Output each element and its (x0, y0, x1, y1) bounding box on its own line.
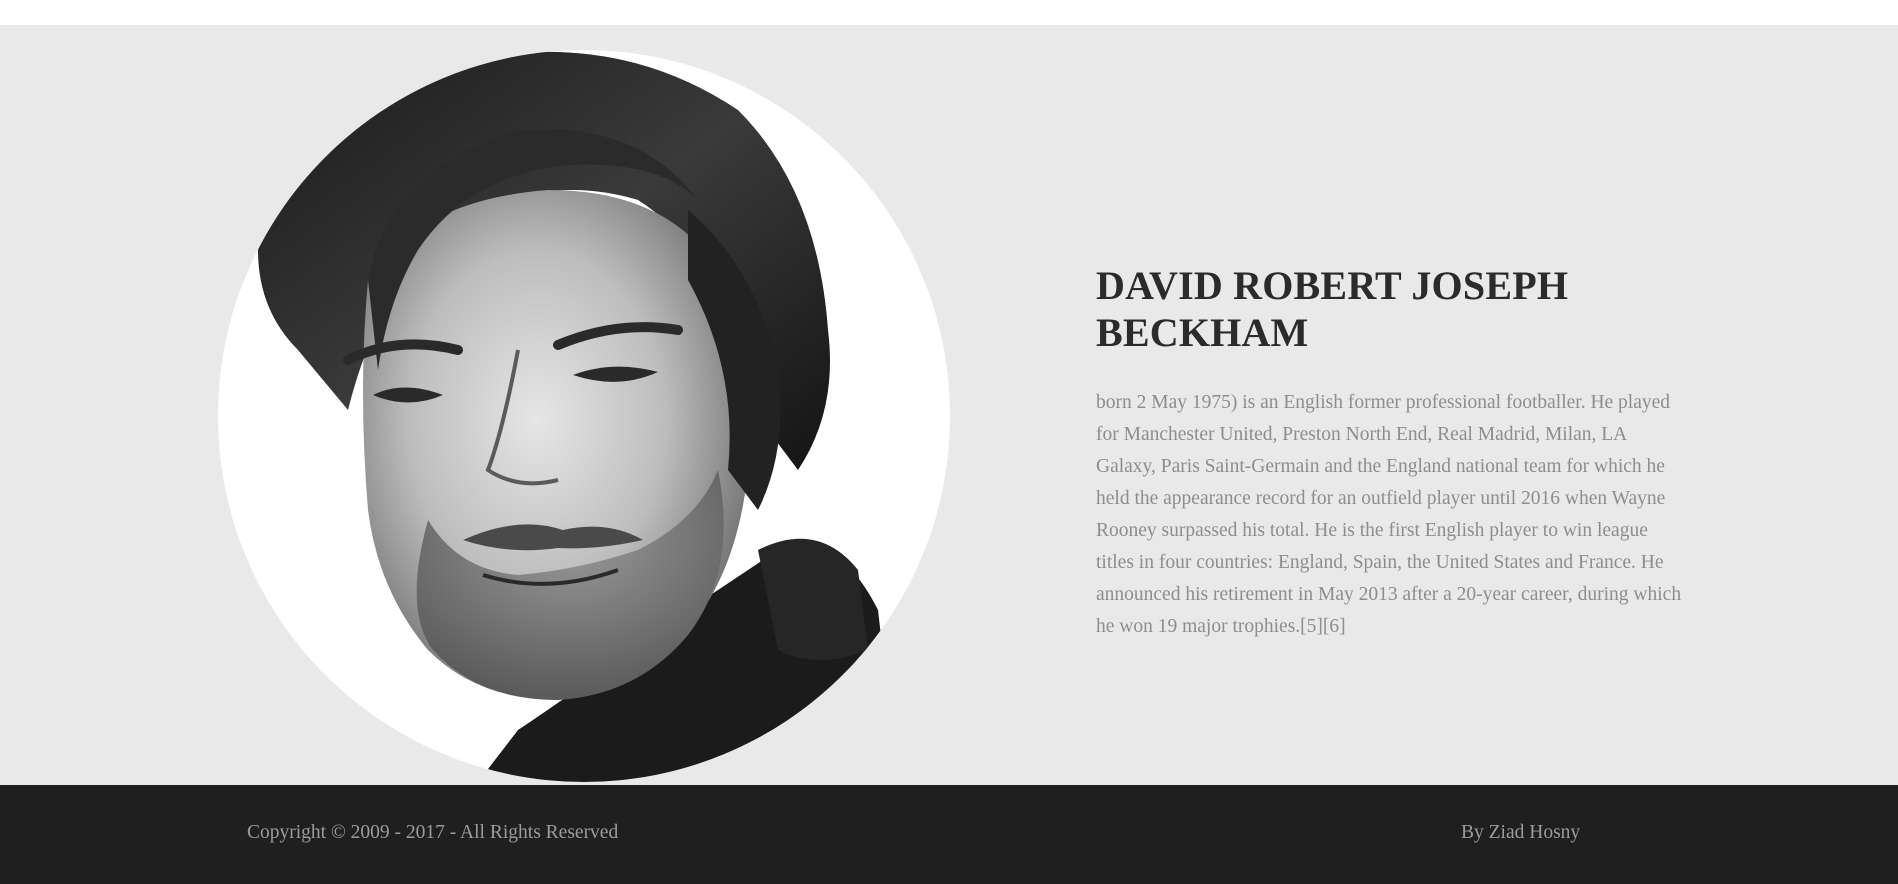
copyright-text: Copyright © 2009 - 2017 - All Rights Res… (247, 822, 619, 843)
top-strip (0, 0, 1898, 25)
author-credit: By Ziad Hosny (1461, 822, 1581, 843)
footer: Copyright © 2009 - 2017 - All Rights Res… (0, 785, 1898, 884)
about-section: DAVID ROBERT JOSEPH BECKHAM born 2 May 1… (0, 25, 1898, 785)
bio-title: DAVID ROBERT JOSEPH BECKHAM (1096, 263, 1569, 355)
bio: DAVID ROBERT JOSEPH BECKHAM born 2 May 1… (1096, 262, 1686, 643)
portrait-image (218, 50, 950, 782)
portrait-illustration (218, 50, 950, 782)
bio-description: born 2 May 1975) is an English former pr… (1096, 392, 1682, 637)
